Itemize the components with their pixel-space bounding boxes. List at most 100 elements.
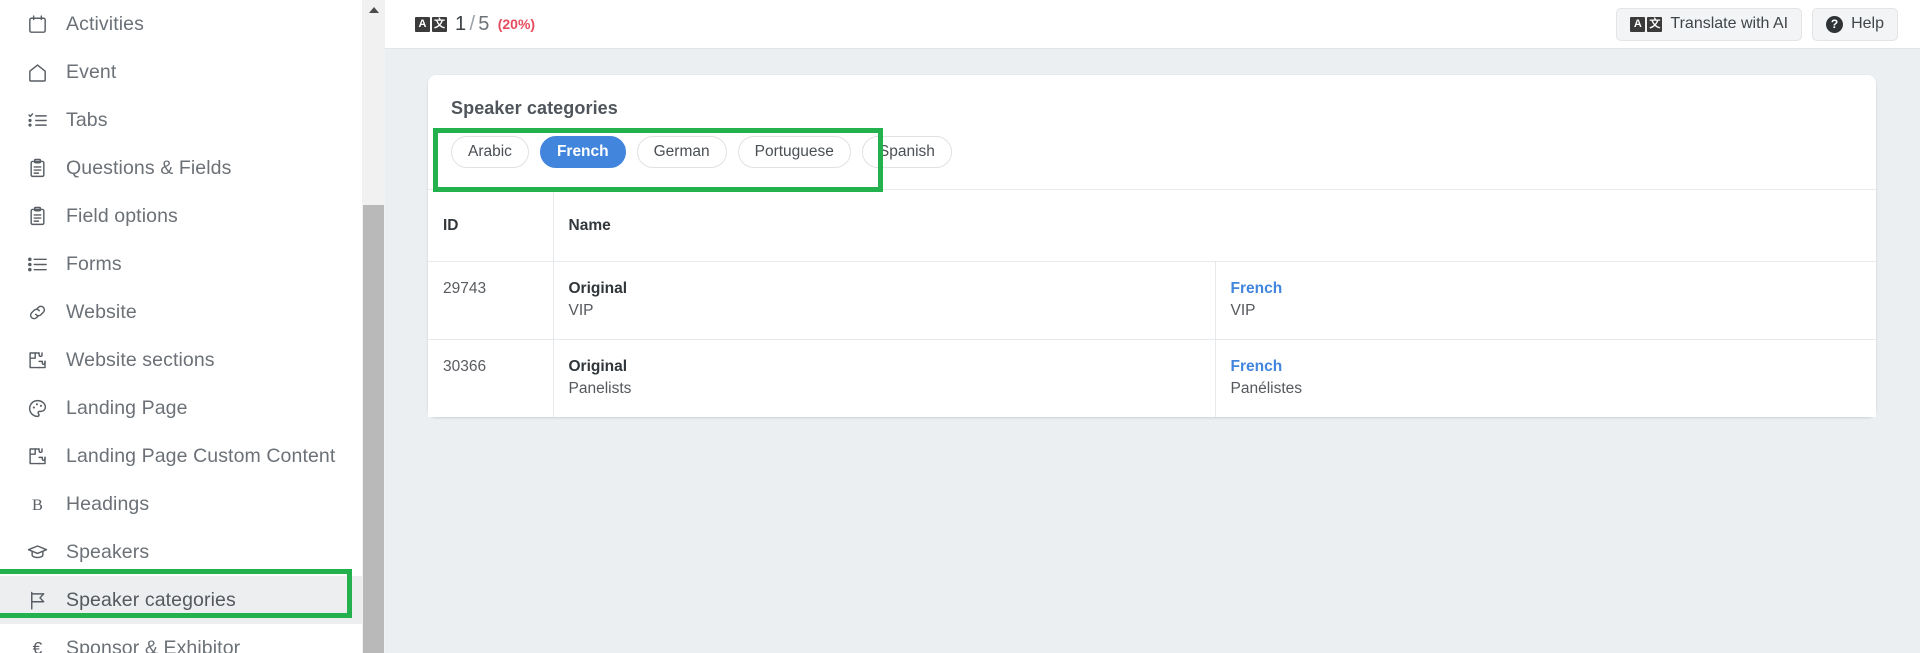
svg-text:€: € — [32, 638, 42, 653]
puzzle-icon — [22, 443, 52, 469]
translations-table: ID Name 29743 Original VIP French VIP 30366 Or… — [428, 189, 1876, 417]
puzzle-icon — [22, 347, 52, 373]
translate-with-ai-label: Translate with AI — [1670, 15, 1789, 32]
sidebar-item-label: Tabs — [66, 108, 108, 131]
cell-translation: French Panélistes — [1214, 339, 1876, 417]
progress-separator: / — [469, 12, 476, 35]
language-tab-portuguese[interactable]: Portuguese — [737, 136, 851, 168]
sidebar-item-label: Speaker categories — [66, 588, 236, 611]
sidebar-item-event[interactable]: Event — [0, 48, 362, 96]
euro-icon: € — [22, 635, 52, 653]
sidebar-item-label: Event — [66, 60, 117, 83]
original-label: Original — [568, 280, 628, 297]
sidebar-item-questions-fields[interactable]: Questions & Fields — [0, 144, 362, 192]
translate-icon-letter-b: 文 — [1647, 16, 1663, 32]
column-header-id: ID — [428, 189, 553, 262]
content-area: Speaker categories Arabic French German Por… — [385, 49, 1920, 653]
home-icon — [22, 59, 52, 85]
sidebar-item-website-sections[interactable]: Website sections — [0, 336, 362, 384]
clipboard-icon — [22, 155, 52, 181]
table-row[interactable]: 30366 Original Panelists French Panélistes — [428, 339, 1876, 417]
cell-translation: French VIP — [1214, 261, 1876, 340]
speaker-categories-card: Speaker categories Arabic French German Por… — [428, 75, 1876, 417]
translate-icon: A文 — [1630, 16, 1663, 32]
sidebar-item-sponsor-exhibitor[interactable]: € Sponsor & Exhibitor — [0, 624, 362, 653]
sidebar-item-label: Website — [66, 300, 137, 323]
sidebar-item-speaker-categories[interactable]: Speaker categories — [0, 576, 362, 624]
sidebar-item-landing-page[interactable]: Landing Page — [0, 384, 362, 432]
cell-id: 29743 — [428, 261, 553, 340]
help-circle-icon: ? — [1826, 15, 1844, 33]
sidebar-item-forms[interactable]: Forms — [0, 240, 362, 288]
translate-icon-letter-a: A — [1630, 16, 1646, 32]
sidebar-item-label: Speakers — [66, 540, 150, 563]
table-head: ID Name — [428, 189, 1876, 262]
checklist-icon — [22, 107, 52, 133]
column-header-name: Name — [552, 189, 1215, 262]
sidebar-item-label: Field options — [66, 204, 178, 227]
original-value: VIP — [568, 302, 594, 320]
page-title: Speaker categories — [451, 98, 618, 118]
language-tab-german[interactable]: German — [636, 136, 727, 168]
progress-total: 5 — [478, 12, 490, 35]
translate-icon-letter-a: A — [415, 16, 430, 32]
sidebar-item-label: Activities — [66, 12, 144, 35]
sidebar: Activities Event Tabs Questions & Fields Fie… — [0, 0, 362, 653]
sidebar-item-field-options[interactable]: Field options — [0, 192, 362, 240]
sidebar-item-website[interactable]: Website — [0, 288, 362, 336]
cell-id: 30366 — [428, 339, 553, 417]
progress-count: 1/5 — [455, 13, 490, 36]
sidebar-item-speakers[interactable]: Speakers — [0, 528, 362, 576]
palette-icon — [22, 395, 52, 421]
graduation-cap-icon — [22, 539, 52, 565]
translation-progress: A文 1/5 (20%) — [415, 13, 535, 36]
sidebar-item-label: Website sections — [66, 348, 215, 371]
sidebar-item-label: Forms — [66, 252, 122, 275]
sidebar-item-label: Questions & Fields — [66, 156, 232, 179]
clipboard-icon — [22, 203, 52, 229]
sidebar-item-tabs[interactable]: Tabs — [0, 96, 362, 144]
flag-icon — [22, 587, 52, 613]
translation-value: Panélistes — [1230, 380, 1303, 398]
language-tab-list: Arabic French German Portuguese Spanish — [428, 119, 1876, 189]
top-bar: A文 1/5 (20%) A文 Translate with AI ? Help — [385, 0, 1920, 49]
translate-icon-letter-b: 文 — [432, 16, 447, 32]
help-label: Help — [1851, 15, 1884, 32]
sidebar-item-landing-page-custom-content[interactable]: Landing Page Custom Content — [0, 432, 362, 480]
cell-original-name: Original Panelists — [552, 339, 1215, 417]
table-body: 29743 Original VIP French VIP 30366 Original Pa… — [428, 261, 1876, 417]
scrollbar-thumb[interactable] — [363, 205, 384, 653]
language-tab-arabic[interactable]: Arabic — [451, 136, 529, 168]
svg-text:B: B — [32, 494, 43, 513]
sidebar-item-label: Sponsor & Exhibitor — [66, 636, 241, 653]
link-icon — [22, 299, 52, 325]
list-icon — [22, 251, 52, 277]
language-tab-spanish[interactable]: Spanish — [861, 136, 952, 168]
translation-language-label: French — [1230, 280, 1283, 297]
table-row[interactable]: 29743 Original VIP French VIP — [428, 261, 1876, 340]
sidebar-item-activities[interactable]: Activities — [0, 0, 362, 48]
top-bar-actions: A文 Translate with AI ? Help — [1616, 7, 1898, 41]
translation-value: VIP — [1230, 302, 1256, 320]
sidebar-item-label: Headings — [66, 492, 150, 515]
progress-percent: (20%) — [497, 16, 536, 32]
help-button[interactable]: ? Help — [1812, 7, 1898, 41]
original-label: Original — [568, 357, 628, 375]
translation-language-label: French — [1230, 357, 1283, 375]
sidebar-scrollbar[interactable] — [362, 0, 385, 653]
calendar-icon — [22, 11, 52, 37]
translate-icon: A文 — [415, 16, 447, 32]
sidebar-item-label: Landing Page Custom Content — [66, 444, 336, 467]
original-value: Panelists — [568, 380, 632, 398]
progress-current: 1 — [455, 12, 467, 35]
scroll-up-arrow-icon[interactable] — [362, 0, 385, 20]
sidebar-nav-list: Activities Event Tabs Questions & Fields Fie… — [0, 0, 362, 653]
column-header-translation — [1215, 189, 1876, 262]
sidebar-item-headings[interactable]: B Headings — [0, 480, 362, 528]
cell-original-name: Original VIP — [552, 261, 1215, 340]
sidebar-item-label: Landing Page — [66, 396, 188, 419]
translate-with-ai-button[interactable]: A文 Translate with AI — [1616, 7, 1803, 41]
language-tab-french[interactable]: French — [539, 136, 626, 168]
table-header-row: ID Name — [428, 189, 1876, 262]
bold-b-icon: B — [22, 491, 52, 517]
